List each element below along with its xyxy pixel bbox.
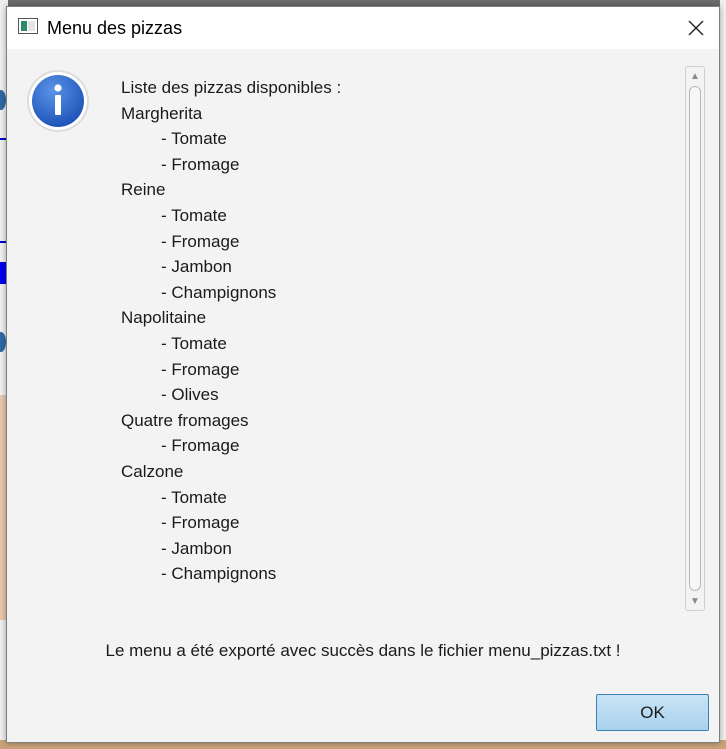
ingredient-item: - Fromage — [161, 154, 240, 174]
info-icon — [27, 70, 89, 132]
pizza-name: Quatre fromages — [121, 410, 249, 430]
list-heading: Liste des pizzas disponibles : — [121, 78, 342, 97]
ingredient-item: - Olives — [161, 385, 219, 405]
pizza-name: Calzone — [121, 461, 184, 481]
scroll-thumb[interactable] — [689, 86, 701, 591]
ingredient-item: - Tomate — [161, 205, 227, 225]
pizza-name: Napolitaine — [121, 308, 207, 328]
ingredient-item: - Tomate — [161, 333, 227, 353]
ingredient-item: - Fromage — [161, 513, 240, 533]
pizza-name: Reine — [121, 180, 166, 200]
title-bar[interactable]: Menu des pizzas — [7, 7, 719, 49]
ingredient-item: - Champignons — [161, 564, 277, 584]
ingredient-item: - Champignons — [161, 282, 277, 302]
vertical-scrollbar[interactable]: ▲ ▼ — [685, 66, 705, 611]
pizza-list: Liste des pizzas disponibles : Margherita… — [121, 75, 681, 615]
export-message: Le menu a été exporté avec succès dans l… — [105, 641, 621, 660]
scroll-down-icon[interactable]: ▼ — [686, 593, 704, 609]
application-icon — [18, 18, 38, 34]
ingredient-item: - Tomate — [161, 487, 227, 507]
ingredient-item: - Jambon — [161, 257, 232, 277]
message-dialog: Menu des pizzas Liste des pizzas disponi… — [6, 6, 720, 743]
ingredient-item: - Fromage — [161, 436, 240, 456]
ingredient-item: - Fromage — [161, 359, 240, 379]
pizza-name: Margherita — [121, 103, 203, 123]
ingredient-item: - Tomate — [161, 129, 227, 149]
ok-button[interactable]: OK — [596, 694, 709, 731]
ingredient-item: - Fromage — [161, 231, 240, 251]
window-title: Menu des pizzas — [47, 18, 183, 38]
ingredient-item: - Jambon — [161, 538, 232, 558]
close-button[interactable] — [673, 7, 719, 49]
scroll-up-icon[interactable]: ▲ — [686, 68, 704, 84]
close-icon — [688, 20, 704, 36]
background-window-edge — [720, 0, 726, 749]
